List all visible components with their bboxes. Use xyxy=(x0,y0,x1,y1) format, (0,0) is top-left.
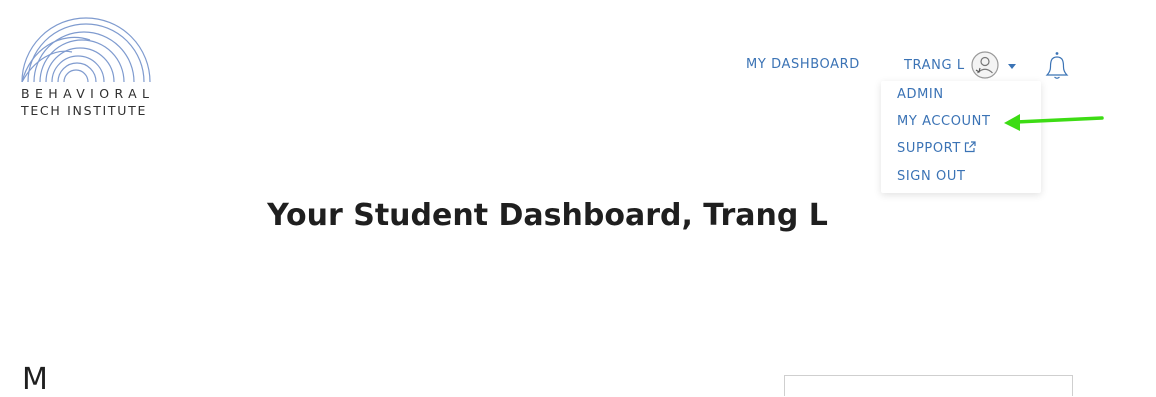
menu-item-support[interactable]: SUPPORT xyxy=(897,141,976,156)
logo-arcs-icon xyxy=(21,17,151,82)
avatar-icon xyxy=(971,51,999,79)
chevron-down-icon xyxy=(1007,63,1016,69)
nav-my-dashboard-link[interactable]: MY DASHBOARD xyxy=(746,57,860,72)
menu-item-sign-out[interactable]: SIGN OUT xyxy=(897,169,966,184)
bell-icon[interactable] xyxy=(1045,51,1069,81)
menu-item-my-account[interactable]: MY ACCOUNT xyxy=(897,114,991,129)
menu-item-support-label: SUPPORT xyxy=(897,141,961,156)
section-heading: M xyxy=(22,362,48,397)
logo-text-tech-institute: TECH INSTITUTE xyxy=(21,103,148,118)
menu-item-admin[interactable]: ADMIN xyxy=(897,87,944,102)
user-menu-toggle[interactable]: TRANG L xyxy=(904,51,1016,79)
user-dropdown-menu: ADMIN MY ACCOUNT SUPPORT SIGN OUT xyxy=(881,81,1041,193)
external-link-icon xyxy=(964,141,976,153)
annotation-arrow-icon xyxy=(1004,114,1104,131)
brand-logo[interactable]: BEHAVIORAL TECH INSTITUTE xyxy=(20,10,190,120)
logo-text-behavioral: BEHAVIORAL xyxy=(21,86,155,101)
user-name-label: TRANG L xyxy=(904,57,965,73)
page-title: Your Student Dashboard, Trang L xyxy=(267,198,828,233)
side-panel-box xyxy=(784,375,1073,396)
